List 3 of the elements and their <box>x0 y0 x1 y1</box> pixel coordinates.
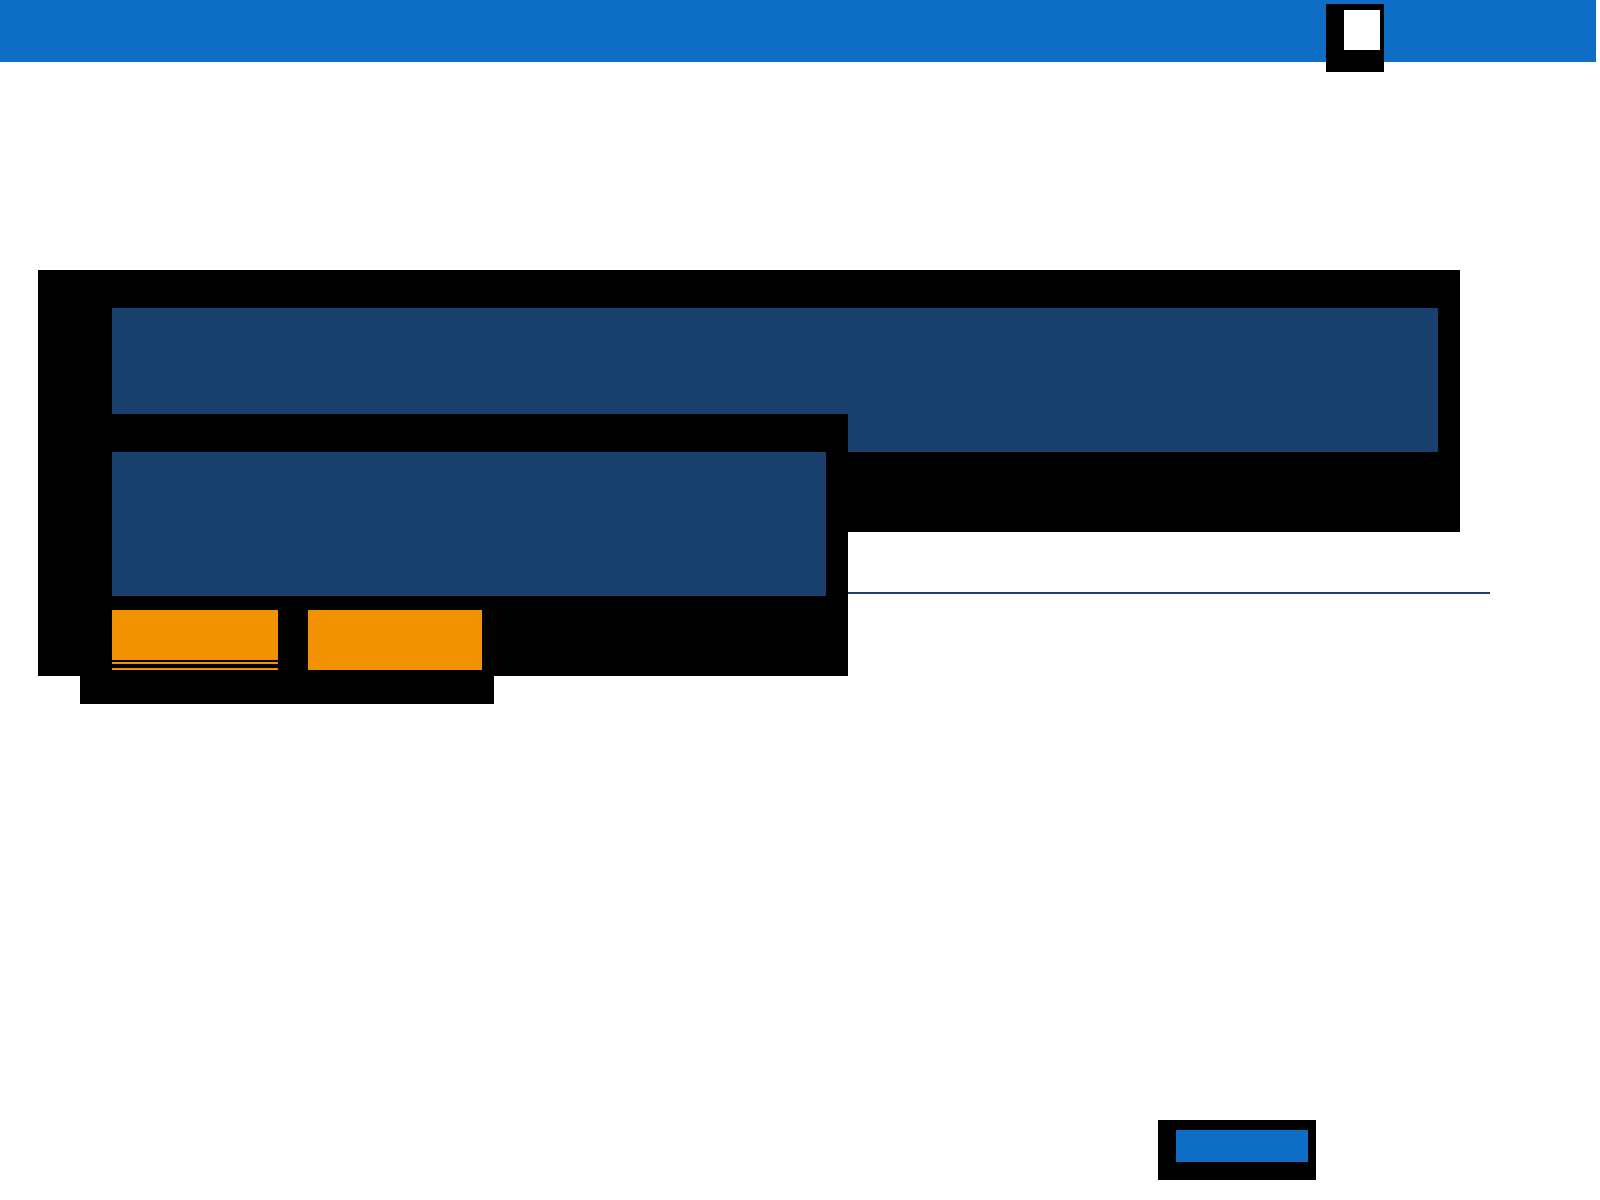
square-icon[interactable] <box>1326 4 1384 72</box>
action-button[interactable] <box>1158 1120 1316 1180</box>
action-button[interactable] <box>112 610 278 670</box>
